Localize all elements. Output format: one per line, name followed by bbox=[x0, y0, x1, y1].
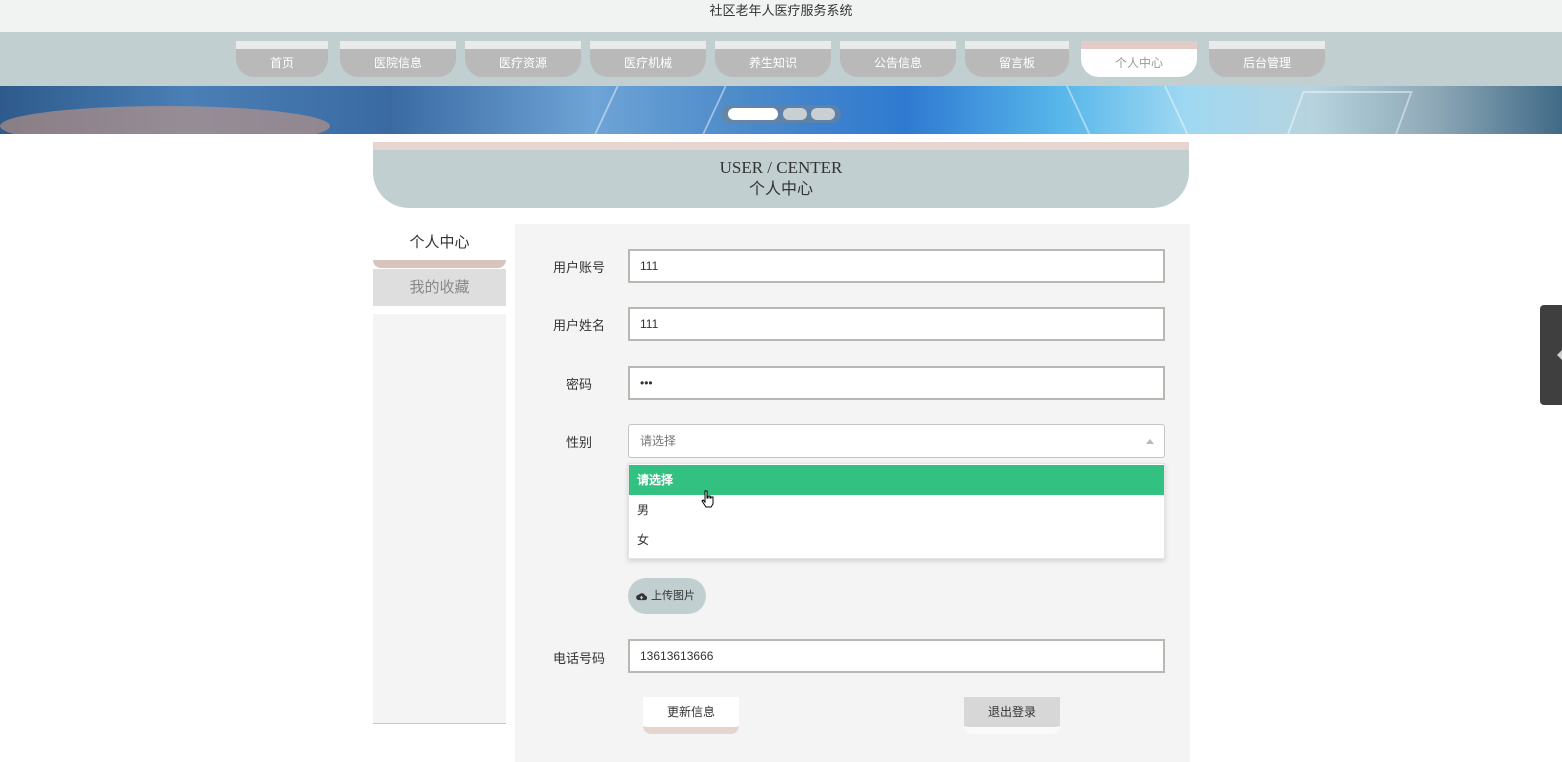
sidebar: 个人中心 我的收藏 bbox=[373, 224, 506, 724]
app-title-bar: 社区老年人医疗服务系统 bbox=[0, 0, 1562, 32]
banner-hexagon-graphic bbox=[1277, 91, 1413, 134]
banner-hexagon-graphic bbox=[1061, 86, 1199, 134]
name-input[interactable]: 111 bbox=[628, 307, 1165, 341]
gender-label: 性别 bbox=[565, 436, 592, 451]
hand-cursor-icon bbox=[701, 490, 714, 508]
sidebar-item-user-center[interactable]: 个人中心 bbox=[373, 224, 506, 268]
chevron-left-icon bbox=[1557, 349, 1562, 361]
app-title: 社区老年人医疗服务系统 bbox=[709, 4, 853, 19]
banner-hexagon-graphic bbox=[584, 86, 736, 134]
carousel-dot-2[interactable] bbox=[783, 108, 807, 120]
nav-item-message-board[interactable]: 留言板 bbox=[965, 41, 1069, 77]
section-title-cn: 个人中心 bbox=[748, 179, 813, 198]
account-input[interactable]: 111 bbox=[628, 249, 1165, 283]
nav-item-medical-equipment[interactable]: 医疗机械 bbox=[590, 41, 706, 77]
nav-item-announcements[interactable]: 公告信息 bbox=[840, 41, 956, 77]
password-input[interactable]: ••• bbox=[628, 366, 1165, 400]
logout-button[interactable]: 退出登录 bbox=[964, 697, 1060, 734]
profile-form: 用户账号 111 用户姓名 111 密码 ••• 性别 请选择 请选择 男 女 … bbox=[515, 224, 1190, 762]
phone-input[interactable]: 13613613666 bbox=[628, 639, 1165, 673]
section-title-en: USER / CENTER bbox=[719, 158, 843, 177]
nav-item-user-center[interactable]: 个人中心 bbox=[1081, 41, 1197, 77]
nav-item-admin[interactable]: 后台管理 bbox=[1209, 41, 1325, 77]
nav-item-health-knowledge[interactable]: 养生知识 bbox=[715, 41, 831, 77]
carousel-indicators bbox=[721, 105, 841, 123]
gender-select[interactable]: 请选择 bbox=[628, 424, 1165, 458]
section-header: USER / CENTER 个人中心 bbox=[373, 142, 1189, 208]
password-label: 密码 bbox=[565, 378, 592, 393]
banner-carousel bbox=[0, 86, 1562, 134]
carousel-dot-3[interactable] bbox=[811, 108, 835, 120]
carousel-dot-1[interactable] bbox=[728, 108, 778, 120]
cloud-upload-icon bbox=[636, 592, 647, 600]
nav-item-home[interactable]: 首页 bbox=[236, 41, 328, 77]
gender-option-female[interactable]: 女 bbox=[629, 525, 1164, 555]
name-label: 用户姓名 bbox=[552, 319, 605, 334]
account-label: 用户账号 bbox=[552, 261, 605, 276]
sidebar-item-favorites[interactable]: 我的收藏 bbox=[373, 269, 506, 306]
side-float-tab[interactable] bbox=[1540, 305, 1562, 405]
phone-label: 电话号码 bbox=[552, 652, 605, 667]
sidebar-panel bbox=[373, 314, 506, 724]
banner-image-hands bbox=[0, 106, 330, 134]
update-info-button[interactable]: 更新信息 bbox=[643, 697, 739, 734]
nav-item-medical-resources[interactable]: 医疗资源 bbox=[465, 41, 581, 77]
gender-select-value: 请选择 bbox=[640, 434, 677, 448]
nav-item-hospital-info[interactable]: 医院信息 bbox=[340, 41, 456, 77]
main-nav: 首页 医院信息 医疗资源 医疗机械 养生知识 公告信息 留言板 个人中心 后台管… bbox=[0, 32, 1562, 86]
gender-dropdown: 请选择 男 女 bbox=[628, 463, 1165, 559]
upload-image-button[interactable]: 上传图片 bbox=[628, 578, 706, 614]
caret-up-icon bbox=[1146, 439, 1154, 444]
upload-image-label: 上传图片 bbox=[651, 589, 695, 602]
